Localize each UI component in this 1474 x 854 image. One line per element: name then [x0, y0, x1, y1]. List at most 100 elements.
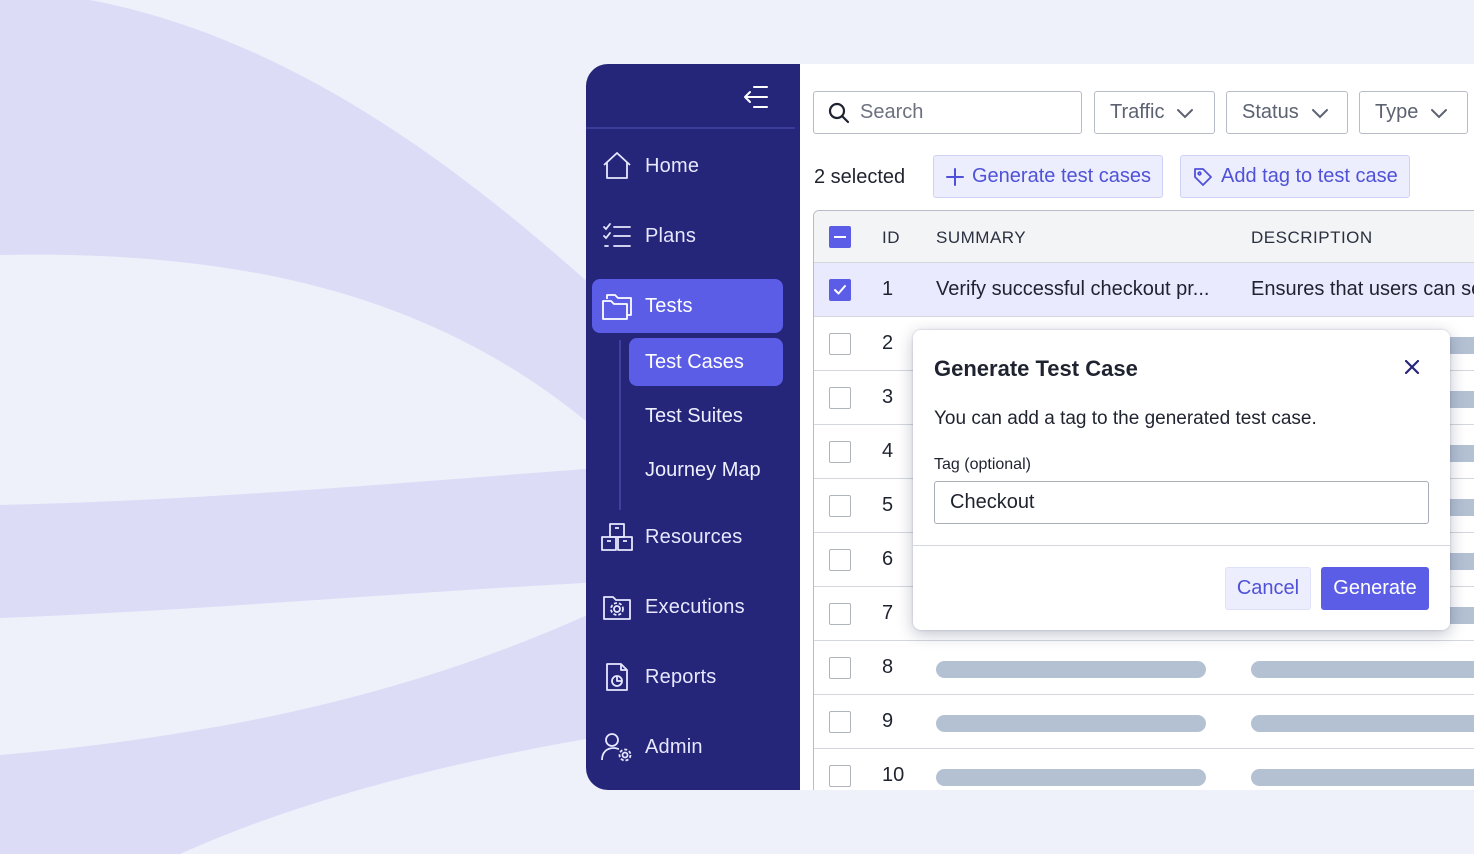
table-row[interactable]: 9	[814, 695, 1474, 749]
cell-description: Ensures that users can se	[1251, 278, 1474, 300]
sidebar-item-label: Resources	[645, 525, 743, 548]
cell-id: 5	[882, 494, 894, 516]
cancel-button[interactable]: Cancel	[1225, 567, 1311, 610]
search-icon	[828, 102, 850, 124]
tag-icon	[1194, 167, 1212, 186]
table-row[interactable]: 8	[814, 641, 1474, 695]
row-checkbox[interactable]	[829, 549, 851, 571]
row-checkbox[interactable]	[829, 279, 851, 301]
generate-test-cases-label: Generate test cases	[972, 165, 1151, 187]
loading-placeholder	[1251, 769, 1474, 786]
sidebar-item-reports[interactable]: Reports	[592, 650, 783, 704]
sidebar-item-home[interactable]: Home	[592, 139, 783, 193]
sidebar-item-label: Home	[645, 154, 700, 177]
row-checkbox[interactable]	[829, 765, 851, 787]
column-header-description[interactable]: DESCRIPTION	[1251, 228, 1373, 248]
loading-placeholder	[936, 661, 1206, 678]
sidebar-divider	[586, 127, 795, 129]
sidebar-item-admin[interactable]: Admin	[592, 720, 783, 774]
row-checkbox[interactable]	[829, 495, 851, 517]
search-box[interactable]	[813, 91, 1082, 134]
user-gear-icon	[600, 730, 634, 764]
cell-id: 3	[882, 386, 894, 408]
cell-id: 1	[882, 278, 894, 300]
dialog-divider	[913, 545, 1450, 546]
sidebar-subitem-test-suites[interactable]: Test Suites	[629, 392, 783, 440]
cell-id: 4	[882, 440, 894, 462]
dialog-title: Generate Test Case	[934, 356, 1138, 381]
folder-icon	[600, 289, 634, 323]
cell-id: 8	[882, 656, 894, 678]
row-checkbox[interactable]	[829, 711, 851, 733]
minus-icon	[834, 236, 846, 238]
cell-id: 7	[882, 602, 894, 624]
sidebar-item-label: Tests	[645, 294, 693, 317]
collapse-menu-icon	[744, 86, 768, 108]
row-checkbox[interactable]	[829, 333, 851, 355]
cell-summary[interactable]: Verify successful checkout pr...	[936, 278, 1209, 301]
filter-traffic[interactable]: Traffic	[1094, 91, 1215, 134]
search-input[interactable]	[860, 101, 1060, 124]
table-header: ID SUMMARY DESCRIPTION	[814, 211, 1474, 263]
selected-count: 2 selected	[814, 166, 906, 188]
report-icon	[600, 660, 634, 694]
add-tag-button[interactable]: Add tag to test case	[1180, 155, 1410, 198]
loading-placeholder	[936, 769, 1206, 786]
loading-placeholder	[1251, 715, 1474, 732]
row-checkbox[interactable]	[829, 603, 851, 625]
sidebar-subitem-label: Test Cases	[645, 350, 744, 373]
plus-icon	[946, 167, 964, 186]
submenu-line	[619, 340, 621, 510]
sidebar-subitem-label: Test Suites	[645, 404, 743, 427]
sidebar-subitem-label: Journey Map	[645, 458, 761, 481]
table-row[interactable]: 10	[814, 749, 1474, 790]
chevron-down-icon	[1311, 108, 1328, 118]
column-header-summary[interactable]: SUMMARY	[936, 228, 1026, 248]
home-icon	[600, 149, 634, 183]
cell-id: 2	[882, 332, 894, 354]
filter-status[interactable]: Status	[1226, 91, 1348, 134]
folder-gear-icon	[600, 590, 634, 624]
sidebar-item-label: Executions	[645, 595, 745, 618]
sidebar-item-label: Reports	[645, 665, 717, 688]
tag-input[interactable]	[934, 481, 1429, 524]
sidebar-subitem-test-cases[interactable]: Test Cases	[629, 338, 783, 386]
filter-label: Type	[1375, 101, 1419, 123]
row-checkbox[interactable]	[829, 657, 851, 679]
generate-test-case-dialog: Generate Test Case You can add a tag to …	[913, 330, 1450, 630]
sidebar-item-resources[interactable]: Resources	[592, 510, 783, 564]
chevron-down-icon	[1177, 108, 1194, 118]
sidebar-item-label: Plans	[645, 224, 697, 247]
sidebar-item-plans[interactable]: Plans	[592, 209, 783, 263]
checklist-icon	[600, 219, 634, 253]
row-checkbox[interactable]	[829, 441, 851, 463]
column-header-id[interactable]: ID	[882, 228, 900, 248]
table-row[interactable]: 1 Verify successful checkout pr... Ensur…	[814, 263, 1474, 317]
generate-button[interactable]: Generate	[1321, 567, 1429, 610]
dialog-description: You can add a tag to the generated test …	[934, 408, 1317, 429]
tag-field-label: Tag (optional)	[934, 456, 1031, 473]
sidebar-item-label: Admin	[645, 735, 703, 758]
cell-id: 6	[882, 548, 894, 570]
loading-placeholder	[936, 715, 1206, 732]
generate-test-cases-button[interactable]: Generate test cases	[933, 155, 1163, 198]
chevron-down-icon	[1431, 108, 1448, 118]
sidebar-item-executions[interactable]: Executions	[592, 580, 783, 634]
close-icon	[1405, 360, 1419, 374]
sidebar-item-tests[interactable]: Tests	[592, 279, 783, 333]
select-all-checkbox[interactable]	[829, 226, 851, 248]
collapse-sidebar-button[interactable]	[738, 82, 774, 112]
row-checkbox[interactable]	[829, 387, 851, 409]
add-tag-label: Add tag to test case	[1221, 165, 1398, 187]
boxes-icon	[600, 520, 634, 554]
filter-type[interactable]: Type	[1359, 91, 1468, 134]
filter-label: Status	[1242, 101, 1299, 123]
sidebar-subitem-journey-map[interactable]: Journey Map	[629, 446, 783, 494]
cell-id: 10	[882, 764, 905, 786]
filter-label: Traffic	[1110, 101, 1165, 123]
close-button[interactable]	[1399, 354, 1425, 380]
loading-placeholder	[1251, 661, 1474, 678]
check-icon	[834, 285, 846, 295]
sidebar: Home Plans Tests Test Cases Test Suites …	[586, 64, 800, 790]
cell-id: 9	[882, 710, 894, 732]
